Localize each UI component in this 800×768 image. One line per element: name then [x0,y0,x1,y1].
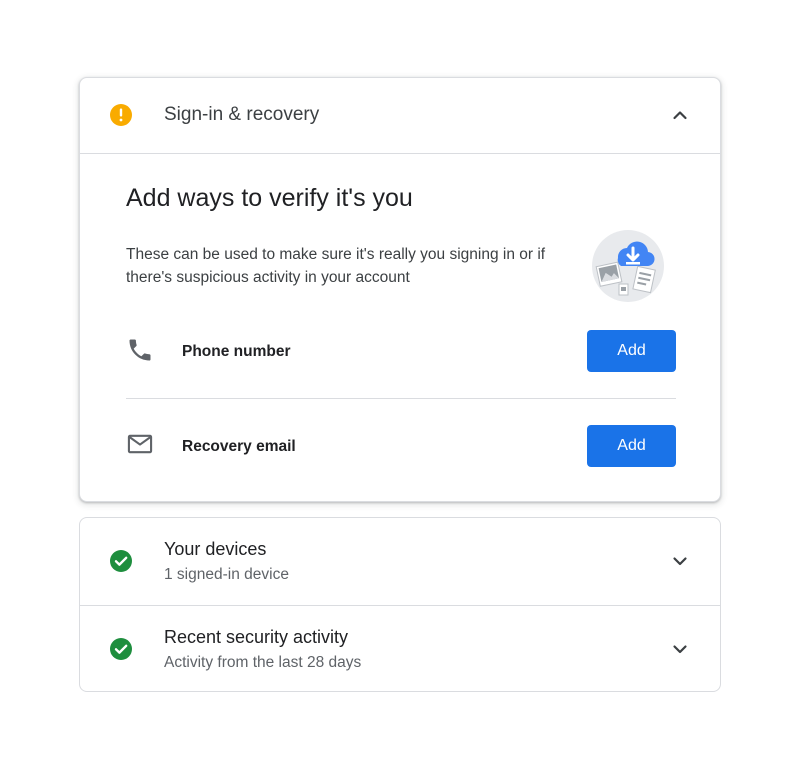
phone-icon [126,336,154,364]
signin-recovery-card: Sign-in & recovery Add ways to verify it… [79,77,721,502]
email-icon [126,430,154,458]
section-subtitle: 1 signed-in device [164,566,289,583]
chevron-up-icon[interactable] [668,103,692,127]
check-circle-icon [109,637,133,661]
add-recovery-email-button[interactable]: Add [587,425,676,467]
section-title: Your devices [164,539,267,559]
check-circle-icon [109,549,133,573]
section-subtitle: Activity from the last 28 days [164,654,362,671]
row-divider [126,398,676,399]
add-phone-button[interactable]: Add [587,330,676,372]
chevron-down-icon[interactable] [668,637,692,661]
security-sections-card: Your devices 1 signed-in device Recent s… [79,517,721,692]
phone-number-label: Phone number [182,343,291,360]
warning-icon [109,103,133,127]
verify-description: These can be used to make sure it's real… [126,246,546,286]
recovery-email-label: Recovery email [182,438,296,455]
verify-heading: Add ways to verify it's you [126,184,413,212]
section-title: Sign-in & recovery [164,104,320,125]
recent-security-activity-row[interactable]: Recent security activity Activity from t… [80,605,720,693]
cloud-download-illustration [590,228,666,304]
chevron-down-icon[interactable] [668,549,692,573]
section-title: Recent security activity [164,627,349,647]
your-devices-row[interactable]: Your devices 1 signed-in device [80,518,720,605]
signin-recovery-header[interactable]: Sign-in & recovery [80,78,720,154]
